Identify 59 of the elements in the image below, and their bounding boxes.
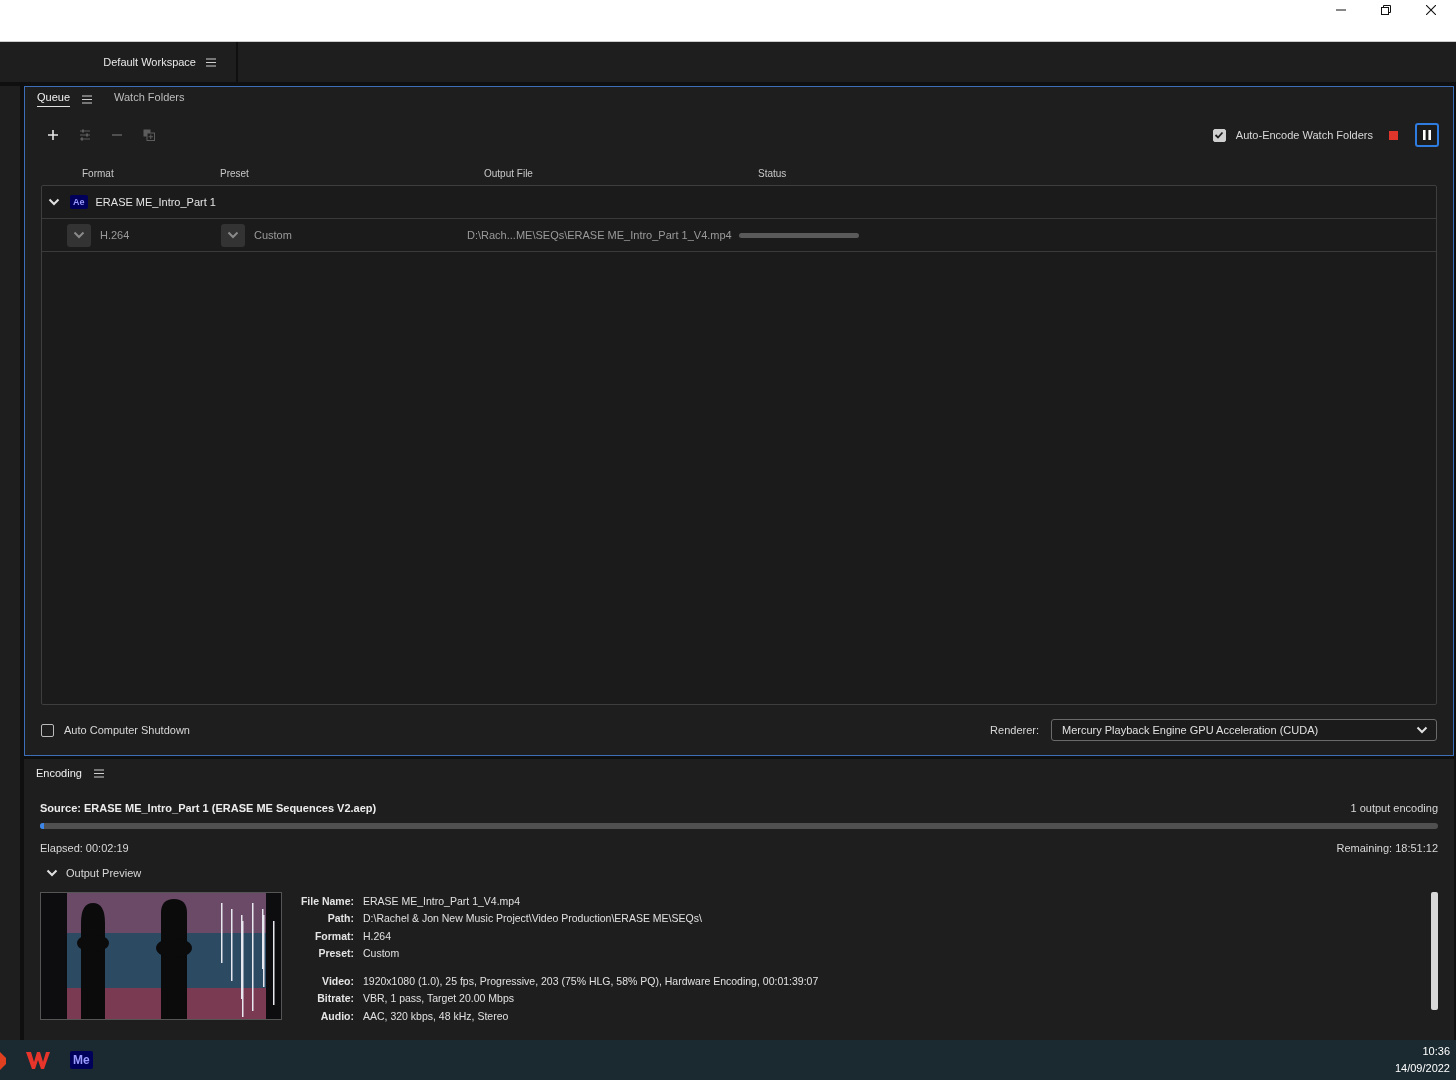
menu-icon[interactable]	[82, 94, 93, 104]
detail-value: ERASE ME_Intro_Part 1_V4.mp4	[363, 894, 520, 907]
auto-encode-label: Auto-Encode Watch Folders	[1235, 129, 1373, 141]
renderer-dropdown[interactable]: Mercury Playback Engine GPU Acceleration (CUDA)	[1051, 719, 1437, 741]
format-dropdown[interactable]	[67, 223, 91, 247]
auto-encode-checkbox[interactable]	[1212, 128, 1226, 142]
preset-dropdown[interactable]	[221, 223, 245, 247]
chevron-down-icon	[1416, 726, 1428, 734]
stop-button[interactable]	[1389, 130, 1398, 140]
w-logo-icon[interactable]	[26, 1050, 50, 1070]
scrollbar[interactable]	[1431, 892, 1438, 1010]
detail-value: AAC, 320 kbps, 48 kHz, Stereo	[363, 1009, 509, 1022]
menu-icon[interactable]	[93, 768, 104, 778]
add-icon[interactable]	[47, 129, 59, 141]
chevron-down-icon	[73, 231, 85, 239]
panel-tab[interactable]: Encoding	[36, 767, 82, 779]
source-name: ERASE ME_Intro_Part 1	[95, 196, 216, 208]
detail-label: Path:	[326, 912, 354, 925]
chevron-down-icon	[227, 231, 239, 239]
workspace-label[interactable]: Default Workspace	[103, 56, 196, 68]
detail-value: 1920x1080 (1.0), 25 fps, Progressive, 203 (75% HLG, 58% PQ), Hardware Encoding, 00:01:39:07	[363, 974, 819, 987]
detail-value: VBR, 1 pass, Target 20.00 Mbps	[363, 992, 514, 1005]
column-header[interactable]: Output File	[484, 167, 758, 179]
panel-tab[interactable]: Watch Folders	[114, 91, 185, 107]
pause-icon[interactable]	[1423, 130, 1431, 140]
restore-icon[interactable]	[1381, 4, 1391, 15]
output-count: 1 output encoding	[1350, 802, 1438, 814]
column-header[interactable]: Preset	[220, 167, 484, 179]
detail-label: Format:	[313, 929, 354, 942]
detail-value: Custom	[363, 947, 400, 960]
detail-label: Preset:	[317, 947, 354, 960]
column-header[interactable]: Status	[758, 167, 787, 179]
app-badge: Ae	[70, 195, 88, 209]
detail-label: Video:	[321, 974, 354, 987]
shutdown-checkbox[interactable]	[41, 723, 54, 737]
remaining-time: Remaining: 18:51:12	[1336, 842, 1438, 854]
detail-value: D:\Rachel & Jon New Music Project\Video Production\ERASE ME\SEQs\	[363, 912, 702, 925]
chevron-down-icon[interactable]	[48, 198, 60, 206]
detail-label: Bitrate:	[316, 992, 354, 1005]
preset-link[interactable]: Custom	[254, 229, 292, 241]
output-file-link[interactable]: D:\Rach...ME\SEQs\ERASE ME_Intro_Part 1_V4.mp4	[467, 229, 732, 241]
clock[interactable]: 10:36 14/09/2022	[1394, 1043, 1450, 1077]
detail-value: H.264	[363, 929, 392, 942]
app-icon[interactable]: Me	[70, 1051, 93, 1069]
column-header[interactable]: Format	[82, 167, 220, 179]
detail-label: Audio:	[319, 1009, 354, 1022]
chevron-down-icon[interactable]	[46, 869, 58, 877]
close-icon[interactable]	[1426, 4, 1436, 15]
detail-label: File Name:	[299, 894, 354, 907]
renderer-label: Renderer:	[990, 724, 1039, 736]
panel-tab[interactable]: Queue	[37, 91, 71, 107]
pause-button[interactable]	[1415, 123, 1439, 147]
shutdown-label: Auto Computer Shutdown	[64, 724, 190, 736]
elapsed-time: Elapsed: 00:02:19	[40, 842, 129, 854]
format-link[interactable]: H.264	[100, 229, 130, 241]
menu-icon[interactable]	[206, 57, 216, 67]
app-icon[interactable]	[0, 1050, 6, 1070]
output-preview-label[interactable]: Output Preview	[66, 867, 142, 879]
source-label: Source: ERASE ME_Intro_Part 1 (ERASE ME Sequences V2.aep)	[40, 802, 377, 814]
